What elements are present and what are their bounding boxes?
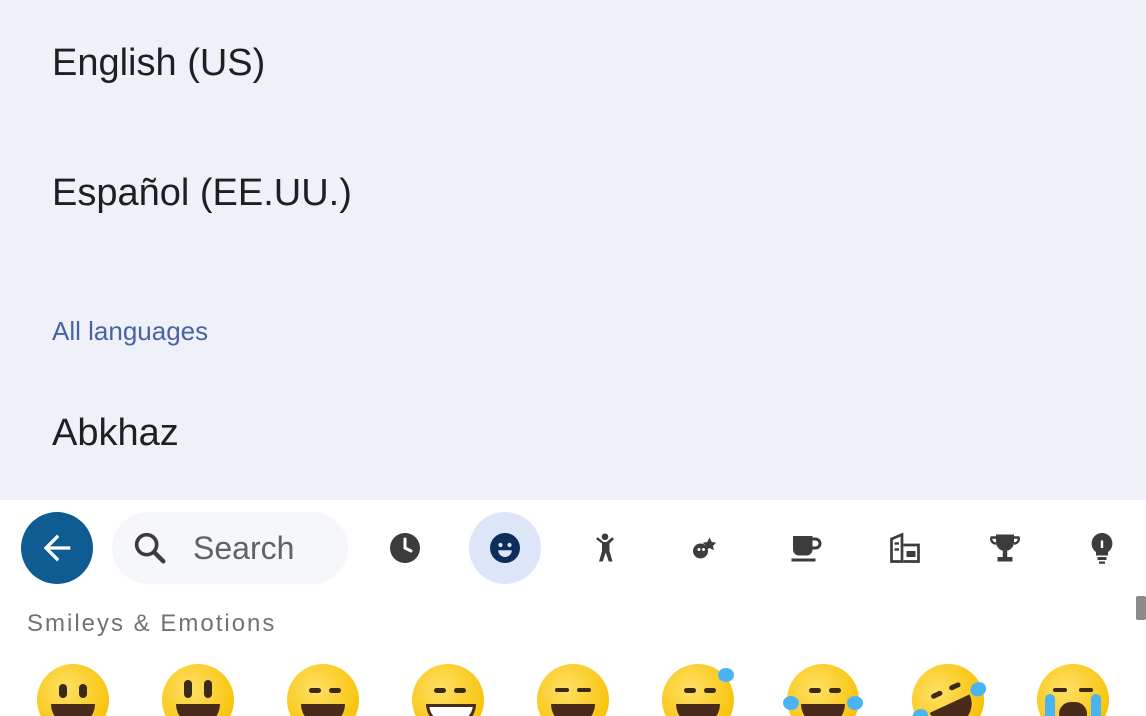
emoji-grinning-face[interactable]	[37, 664, 109, 716]
objects-icon	[1091, 533, 1113, 564]
category-people[interactable]	[569, 512, 641, 584]
search-icon	[134, 532, 166, 564]
category-activities[interactable]	[969, 512, 1041, 584]
smileys-icon	[490, 533, 520, 563]
emoji-grinning-face-big-eyes[interactable]	[162, 664, 234, 716]
category-food-drink[interactable]	[769, 512, 841, 584]
emoji-loudly-crying-face[interactable]	[1037, 664, 1109, 716]
food-drink-icon	[791, 536, 822, 562]
emoji-squinting-face[interactable]	[537, 664, 609, 716]
activities-icon	[990, 534, 1020, 562]
category-travel-places[interactable]	[869, 512, 941, 584]
animals-nature-icon	[693, 537, 717, 559]
emoji-keyboard: Search Smileys & Emotions	[0, 500, 1146, 716]
emoji-tears-of-joy-face[interactable]	[783, 664, 863, 716]
all-languages-header: All languages	[52, 316, 209, 346]
people-icon	[596, 533, 614, 562]
scrollbar-thumb[interactable]	[1136, 596, 1146, 620]
emoji-sweat-smile-face[interactable]	[662, 664, 734, 716]
emoji-grinning-face-smiling-eyes[interactable]	[287, 664, 359, 716]
language-list: English (US) Español (EE.UU.) All langua…	[0, 0, 1146, 500]
category-objects[interactable]	[1066, 512, 1138, 584]
category-animals-nature[interactable]	[669, 512, 741, 584]
travel-places-icon	[890, 532, 920, 563]
language-item-english-us[interactable]: English (US)	[52, 42, 265, 85]
category-recent[interactable]	[369, 512, 441, 584]
search-placeholder: Search	[193, 530, 295, 566]
emoji-rolling-on-floor-laughing-face[interactable]	[900, 652, 996, 716]
recent-icon	[390, 533, 420, 563]
language-item-abkhaz[interactable]: Abkhaz	[52, 412, 179, 455]
emoji-beaming-face[interactable]	[412, 664, 484, 716]
emoji-search-input[interactable]: Search	[112, 512, 348, 584]
language-item-espanol-us[interactable]: Español (EE.UU.)	[52, 172, 352, 215]
category-smileys[interactable]	[469, 512, 541, 584]
emoji-section-title: Smileys & Emotions	[27, 610, 277, 637]
back-button[interactable]	[21, 512, 93, 584]
arrow-back-icon	[43, 534, 71, 562]
